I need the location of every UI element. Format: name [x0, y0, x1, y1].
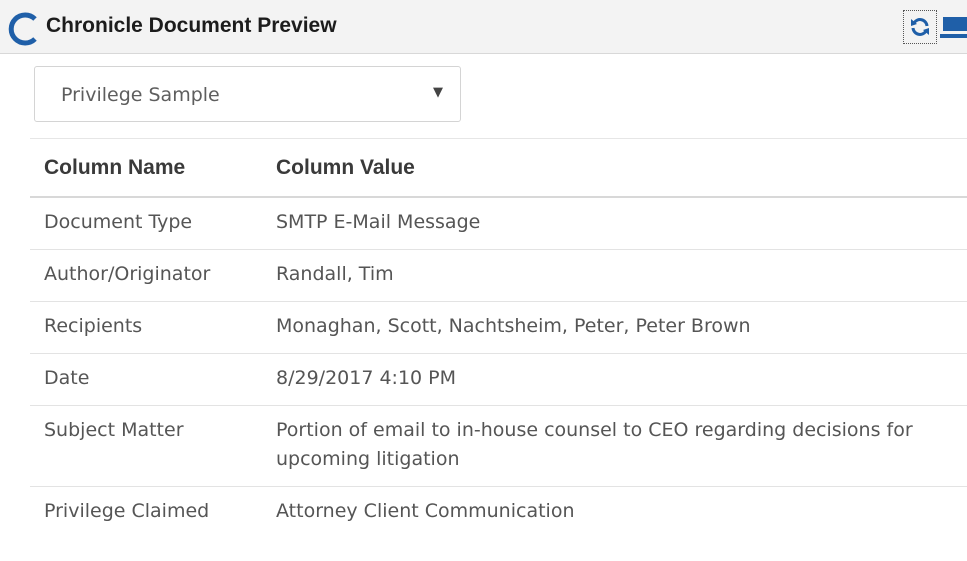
- column-header-name: Column Name: [30, 138, 276, 198]
- row-value: SMTP E-Mail Message: [276, 211, 481, 233]
- row-value: 8/29/2017 4:10 PM: [276, 353, 967, 406]
- chevron-down-icon: ▼: [433, 85, 443, 100]
- chronicle-logo-icon: [8, 12, 37, 46]
- dropdown-selected-value: Privilege Sample: [61, 84, 220, 106]
- table-row: Subject Matter Portion of email to in-ho…: [30, 405, 967, 487]
- row-value: Randall, Tim: [276, 249, 967, 302]
- panel-icon: [940, 17, 967, 38]
- table-row: Recipients Monaghan, Scott, Nachtsheim, …: [30, 301, 967, 354]
- refresh-icon: [911, 18, 929, 36]
- table-row: Document Type SMTP E-Mail Message: [30, 197, 967, 250]
- panel-toggle-button[interactable]: [940, 16, 967, 40]
- row-value: Attorney Client Communication: [276, 486, 967, 538]
- header-bar: Chronicle Document Preview: [0, 0, 967, 54]
- table-row: Date 8/29/2017 4:10 PM: [30, 353, 967, 406]
- table-row: Author/Originator Randall, Tim: [30, 249, 967, 302]
- row-name: Document Type: [44, 211, 193, 233]
- row-value: Monaghan, Scott, Nachtsheim, Peter, Pete…: [276, 301, 967, 354]
- row-name: Recipients: [30, 301, 276, 354]
- row-name: Author/Originator: [30, 249, 276, 302]
- row-name: Date: [30, 353, 276, 406]
- refresh-button[interactable]: [903, 10, 937, 44]
- table-row: Privilege Claimed Attorney Client Commun…: [30, 486, 967, 538]
- sample-selector-dropdown[interactable]: Privilege Sample ▼: [34, 66, 461, 122]
- row-value: Portion of email to in-house counsel to …: [276, 405, 967, 487]
- table-header-row: Column Name Column Value: [30, 138, 967, 198]
- page-title: Chronicle Document Preview: [46, 14, 337, 37]
- column-header-value: Column Value: [276, 138, 967, 198]
- row-name: Subject Matter: [30, 405, 276, 487]
- metadata-table: Column Name Column Value Document Type S…: [30, 138, 967, 538]
- row-name: Privilege Claimed: [30, 486, 276, 538]
